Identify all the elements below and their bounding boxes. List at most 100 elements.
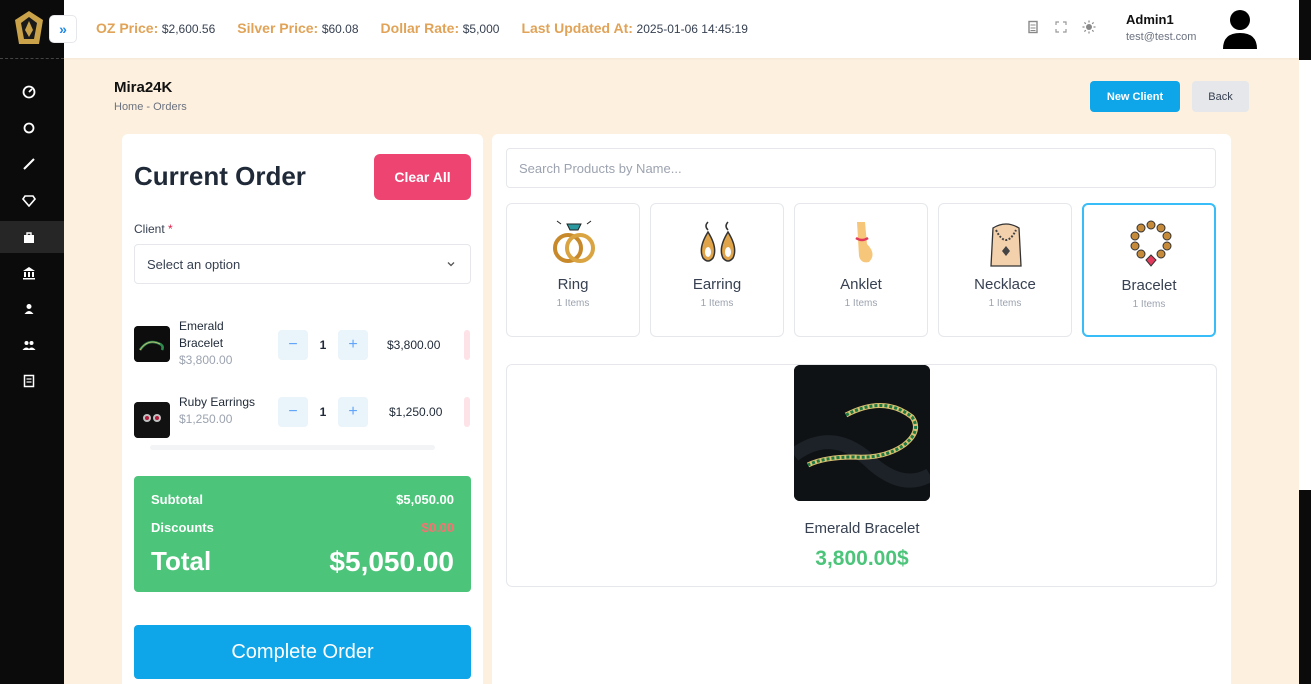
category-name: Bracelet [1121, 277, 1177, 294]
sidebar-item-user[interactable] [0, 293, 64, 325]
product-card[interactable]: Emerald Bracelet 3,800.00$ [789, 365, 934, 571]
calculator-icon[interactable] [1026, 20, 1040, 34]
category-count: 1 Items [1132, 299, 1166, 310]
avatar-icon[interactable] [1220, 8, 1260, 50]
clear-all-button[interactable]: Clear All [374, 154, 471, 200]
product-grid: Emerald Bracelet 3,800.00$ [506, 364, 1217, 587]
breadcrumb[interactable]: Home - Orders [114, 101, 187, 113]
silver-price-label: Silver Price: [237, 20, 319, 36]
earring-icon [700, 221, 736, 262]
order-item-info: Ruby Earrings $1,250.00 [179, 394, 269, 428]
bag-icon [24, 232, 34, 243]
total-label: Total [151, 546, 212, 576]
order-item-name: Ruby Earrings [179, 395, 256, 409]
ring-icon [553, 220, 595, 263]
admin-name: Admin1 [1126, 12, 1174, 27]
sidebar-item-diamond[interactable] [0, 184, 64, 216]
products-card: Ring 1 Items Earring 1 Items Anklet 1 It… [492, 134, 1231, 684]
silver-price: Silver Price: $60.08 [237, 20, 358, 36]
category-earring[interactable]: Earring 1 Items [650, 203, 784, 337]
bank-icon [23, 267, 35, 280]
last-updated: Last Updated At: 2025-01-06 14:45:19 [521, 20, 748, 36]
increase-qty-button[interactable]: + [338, 330, 368, 360]
sidebar-item-users[interactable] [0, 329, 64, 361]
category-bracelet[interactable]: Bracelet 1 Items [1082, 203, 1216, 337]
user-icon [24, 304, 34, 314]
order-item-row: Emerald Bracelet $3,800.00 − 1 + $3,800.… [134, 318, 474, 370]
client-label-text: Client [134, 222, 165, 236]
product-name: Emerald Bracelet [804, 520, 920, 537]
current-order-card: Current Order Clear All Client * Select … [122, 134, 483, 684]
subtotal-value: $5,050.00 [396, 492, 454, 507]
dollar-rate-value: $5,000 [462, 22, 500, 36]
decrease-qty-button[interactable]: − [278, 397, 308, 427]
oz-price: OZ Price: $2,600.56 [96, 20, 215, 36]
top-bar: » OZ Price: $2,600.56 Silver Price: $60.… [50, 0, 1299, 58]
increase-qty-button[interactable]: + [338, 397, 368, 427]
sun-icon[interactable] [1082, 20, 1096, 34]
order-item-unit-price: $1,250.00 [179, 412, 233, 426]
sidebar-item-orders[interactable] [0, 221, 64, 253]
remove-item-button[interactable] [464, 330, 470, 360]
client-select-value: Select an option [147, 256, 241, 272]
category-name: Earring [692, 276, 742, 293]
sidebar-item-report[interactable] [0, 365, 64, 397]
price-ticker: OZ Price: $2,600.56 Silver Price: $60.08… [96, 20, 748, 36]
sidebar [0, 0, 64, 684]
circle-icon [23, 122, 35, 134]
category-count: 1 Items [988, 298, 1022, 309]
order-item-row: Ruby Earrings $1,250.00 − 1 + $1,250.00 [134, 394, 474, 446]
dollar-rate-label: Dollar Rate: [380, 20, 460, 36]
users-icon [22, 341, 36, 350]
back-button[interactable]: Back [1192, 81, 1249, 112]
qty-value: 1 [319, 405, 327, 419]
order-summary: Subtotal $5,050.00 Discounts $0.00 Total… [134, 476, 471, 592]
category-anklet[interactable]: Anklet 1 Items [794, 203, 928, 337]
category-name: Anklet [840, 276, 882, 293]
complete-order-button[interactable]: Complete Order [134, 625, 471, 679]
remove-item-button[interactable] [464, 397, 470, 427]
page-title: Mira24K [114, 79, 173, 96]
client-select[interactable]: Select an option [134, 244, 471, 284]
sidebar-toggle-button[interactable]: » [50, 16, 76, 42]
product-price: 3,800.00$ [815, 547, 909, 570]
qty-value: 1 [319, 338, 327, 352]
category-name: Necklace [974, 276, 1036, 293]
subtotal-label: Subtotal [151, 492, 203, 507]
sidebar-divider [0, 58, 64, 59]
total-value: $5,050.00 [329, 546, 454, 577]
sidebar-item-dashboard[interactable] [0, 76, 64, 108]
admin-info[interactable]: Admin1 test@test.com [1126, 12, 1196, 43]
new-client-button[interactable]: New Client [1090, 81, 1180, 112]
ruby-earrings-thumbnail [134, 402, 170, 438]
category-ring[interactable]: Ring 1 Items [506, 203, 640, 337]
category-necklace[interactable]: Necklace 1 Items [938, 203, 1072, 337]
dollar-rate: Dollar Rate: $5,000 [381, 20, 500, 36]
discounts-row: Discounts $0.00 [151, 520, 454, 535]
order-items-scrollbar[interactable] [150, 445, 435, 450]
emerald-bracelet-thumbnail [134, 326, 170, 362]
fullscreen-icon[interactable] [1054, 20, 1068, 34]
last-updated-label: Last Updated At: [521, 20, 633, 36]
product-search-input[interactable] [506, 148, 1216, 188]
report-icon [23, 374, 35, 388]
admin-email: test@test.com [1126, 31, 1197, 43]
top-icons [1026, 20, 1096, 34]
anklet-icon [855, 222, 873, 263]
order-item-total: $3,800.00 [387, 338, 441, 352]
logo-icon[interactable] [14, 10, 44, 46]
oz-price-value: $2,600.56 [161, 22, 216, 36]
sidebar-item-brush[interactable] [0, 148, 64, 180]
category-name: Ring [557, 276, 589, 293]
sidebar-item-circle[interactable] [0, 112, 64, 144]
sidebar-item-bank[interactable] [0, 257, 64, 289]
decrease-qty-button[interactable]: − [278, 330, 308, 360]
page-scrollbar-thumb[interactable] [1299, 60, 1311, 490]
order-title: Current Order [134, 161, 306, 191]
order-item-name: Emerald Bracelet [179, 319, 224, 350]
discounts-label: Discounts [151, 520, 214, 535]
category-count: 1 Items [700, 298, 734, 309]
dashboard-icon [22, 85, 36, 99]
category-count: 1 Items [844, 298, 878, 309]
diamond-icon [22, 195, 36, 207]
